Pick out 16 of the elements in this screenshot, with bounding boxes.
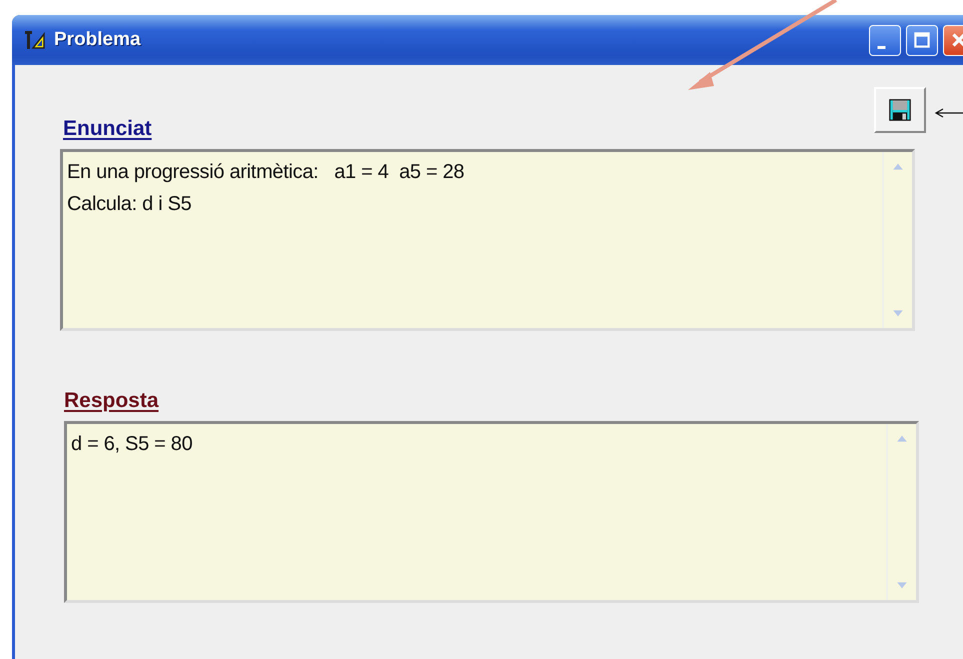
- section-label: Resposta: [64, 389, 159, 413]
- section-label: Enunciat: [63, 117, 152, 141]
- scroll-up-icon: [892, 162, 904, 170]
- text-area[interactable]: En una progressió aritmètica: a1 = 4 a5 = 28 Calcula: d i S5: [60, 149, 915, 331]
- scroll-down-icon: [896, 582, 908, 590]
- window-title: Problema: [54, 29, 141, 51]
- save-button[interactable]: [874, 87, 926, 133]
- save-icon: [888, 97, 912, 123]
- pointer-arrow: [934, 108, 963, 118]
- text-area[interactable]: d = 6, S5 = 80: [64, 421, 919, 603]
- set-square-icon: [24, 30, 46, 50]
- minimize-button[interactable]: [869, 24, 901, 56]
- minimize-icon: [876, 46, 886, 48]
- scroll-down-icon: [892, 310, 904, 318]
- scroll-up-icon: [896, 434, 908, 442]
- maximize-button[interactable]: [906, 24, 938, 56]
